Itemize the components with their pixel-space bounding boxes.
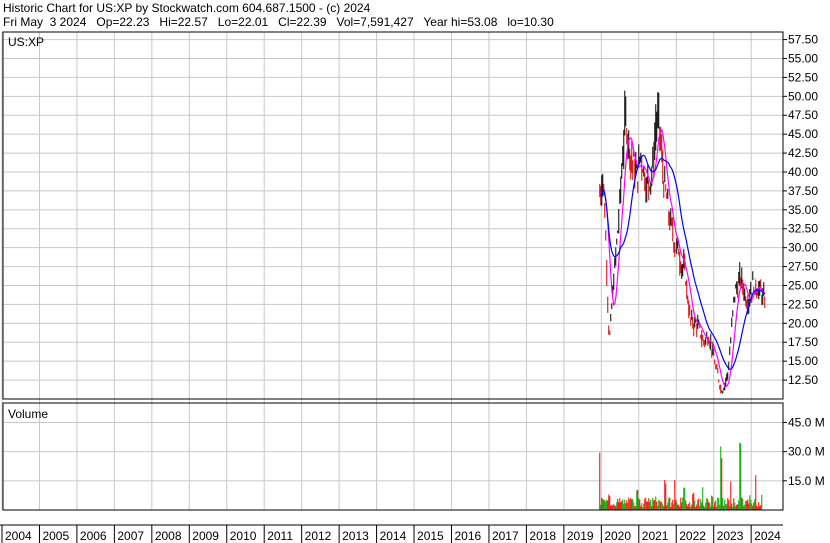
price-tick-label: 30.00 [788, 241, 818, 255]
price-tick-label: 40.00 [788, 165, 818, 179]
year-label: 2014 [380, 529, 407, 543]
year-label: 2008 [155, 529, 182, 543]
price-tick-label: 32.50 [788, 222, 818, 236]
price-tick-label: 47.50 [788, 108, 818, 122]
year-label: 2015 [417, 529, 444, 543]
price-tick-label: 15.00 [788, 354, 818, 368]
price-tick-label: 55.00 [788, 51, 818, 65]
stock-chart: 2004 2005 2006 2007 2008 2009 2010 2011 2012 2013… [0, 31, 825, 543]
moving-averages [599, 128, 766, 388]
year-label: 2013 [342, 529, 369, 543]
price-tick-label: 57.50 [788, 33, 818, 47]
price-tick-label: 20.00 [788, 316, 818, 330]
price-tick-label: 17.50 [788, 335, 818, 349]
price-tick-label: 45.00 [788, 127, 818, 141]
year-label: 2011 [267, 529, 293, 543]
price-tick-label: 37.50 [788, 184, 818, 198]
volume-tick-label: 15.0 M [788, 474, 825, 488]
year-label: 2007 [117, 529, 144, 543]
year-label: 2012 [305, 529, 332, 543]
volume-tick-label: 30.0 M [788, 445, 825, 459]
year-label: 2018 [529, 529, 556, 543]
year-label: 2005 [42, 529, 69, 543]
symbol-label: US:XP [8, 35, 44, 49]
volume-bars [599, 442, 763, 510]
price-tick-label: 50.00 [788, 89, 818, 103]
panel-frames [0, 31, 784, 526]
horizontal-grid [3, 39, 783, 482]
year-label: 2006 [80, 529, 107, 543]
year-label: 2016 [454, 529, 481, 543]
year-label: 2009 [192, 529, 219, 543]
year-label: 2020 [604, 529, 631, 543]
price-tick-label: 25.00 [788, 278, 818, 292]
volume-label: Volume [8, 407, 48, 421]
volume-tick-label: 45.0 M [788, 415, 825, 429]
price-tick-label: 27.50 [788, 260, 818, 274]
year-label: 2023 [717, 529, 744, 543]
price-tick-label: 22.50 [788, 297, 818, 311]
year-label: 2024 [754, 529, 781, 543]
year-label: 2019 [567, 529, 594, 543]
price-tick-label: 42.50 [788, 146, 818, 160]
year-label: 2017 [492, 529, 519, 543]
year-label: 2010 [230, 529, 257, 543]
axis-labels: 2004 2005 2006 2007 2008 2009 2010 2011 2012 2013… [1, 33, 825, 543]
year-label: 2004 [5, 529, 32, 543]
vertical-grid [1, 32, 752, 510]
year-label: 2022 [679, 529, 706, 543]
year-label: 2021 [642, 529, 669, 543]
price-tick-label: 52.50 [788, 70, 818, 84]
price-tick-label: 12.50 [788, 373, 818, 387]
price-tick-label: 35.00 [788, 203, 818, 217]
price-panel-frame [2, 31, 784, 400]
ma-short-line [599, 128, 766, 388]
